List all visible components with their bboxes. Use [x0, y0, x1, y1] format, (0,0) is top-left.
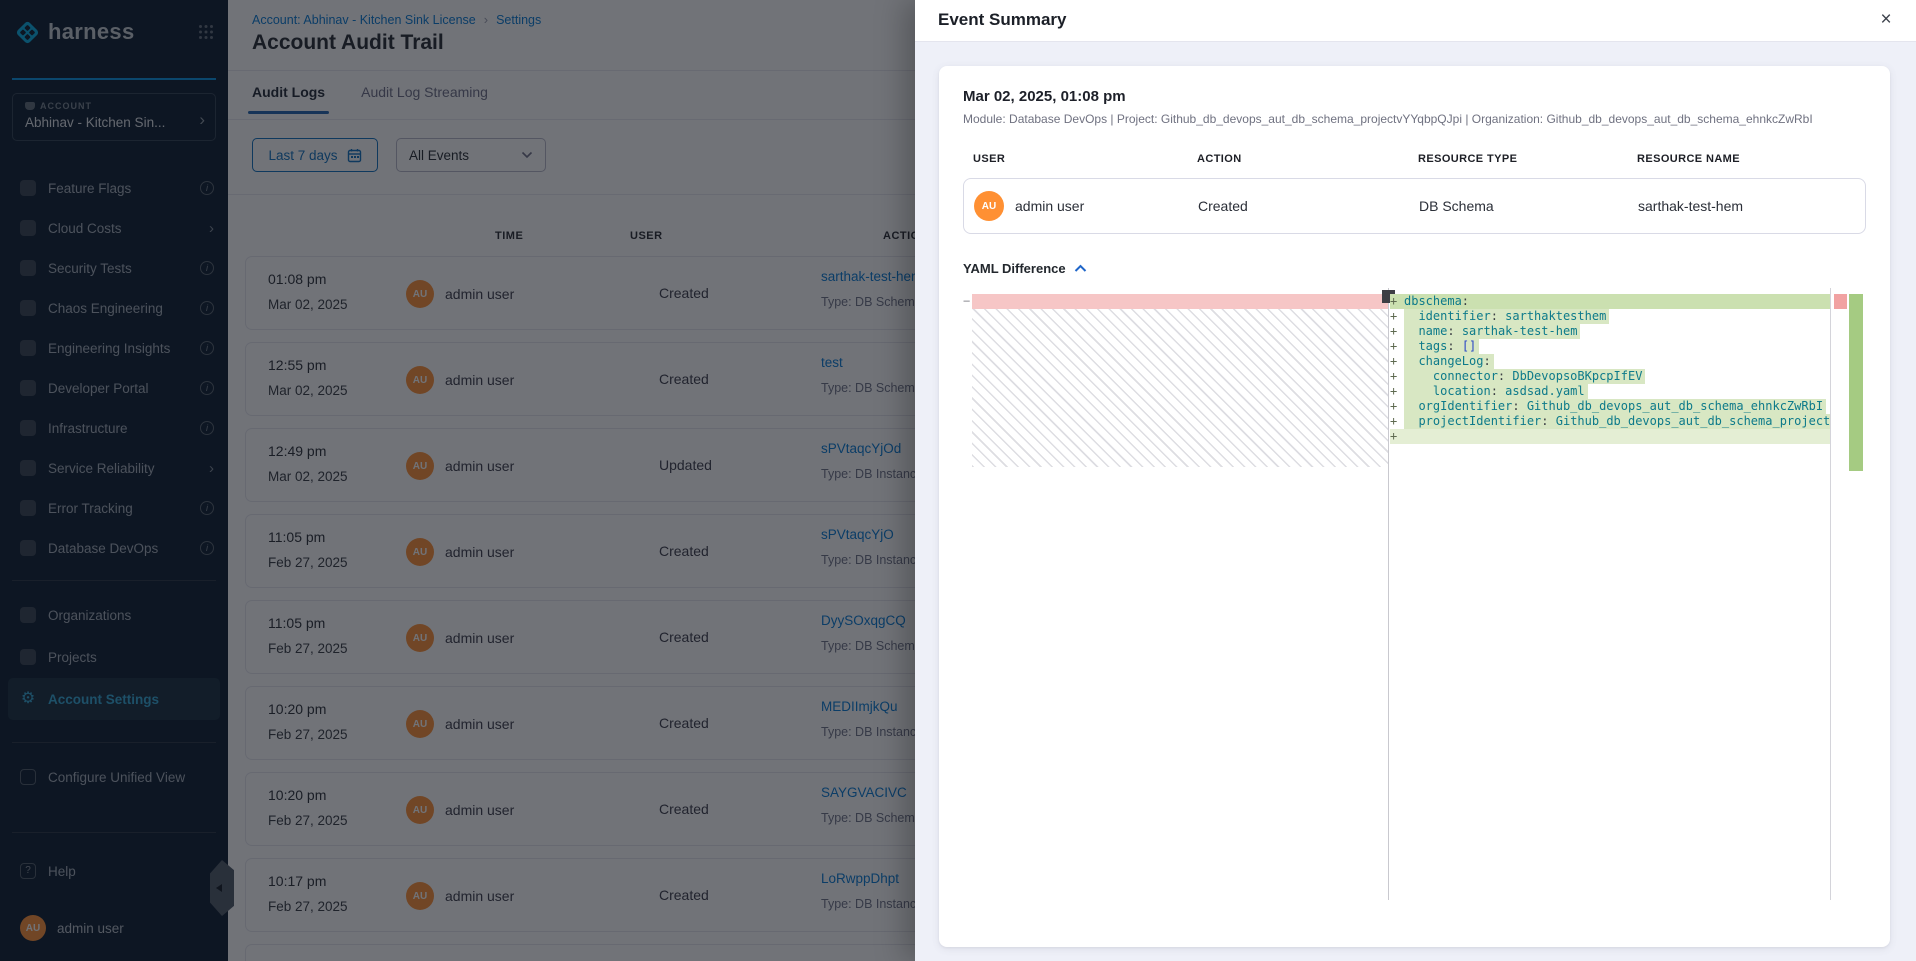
yaml-key: projectIdentifier [1404, 414, 1541, 428]
user-avatar: AU [974, 191, 1004, 221]
yaml-value: DbDevopsoBKpcpIfEV [1505, 369, 1642, 383]
yaml-colon: : [1462, 294, 1469, 308]
yaml-difference-toggle[interactable]: YAML Difference [963, 261, 1866, 276]
event-summary-drawer: Event Summary × Mar 02, 2025, 01:08 pm M… [915, 0, 1916, 961]
event-user-name: admin user [1015, 198, 1084, 214]
chevron-up-icon [1074, 264, 1087, 273]
event-resource-type-cell: DB Schema [1409, 198, 1628, 214]
yaml-key: connector [1404, 369, 1498, 383]
yaml-key: location [1404, 384, 1491, 398]
yaml-colon: : [1491, 309, 1498, 323]
yaml-key: identifier [1404, 309, 1491, 323]
diff-line: + identifier: sarthaktesthem [1390, 309, 1830, 324]
diff-line: + connector: DbDevopsoBKpcpIfEV [1390, 369, 1830, 384]
yaml-colon: : [1541, 414, 1548, 428]
diff-added-gutter: + [1390, 414, 1404, 429]
yaml-colon: : [1483, 354, 1490, 368]
diff-added-gutter: + [1390, 294, 1404, 309]
diff-line: + changeLog: [1390, 354, 1830, 369]
diff-line: + tags: [] [1390, 339, 1830, 354]
diff-added-gutter: + [1390, 384, 1404, 399]
diff-added-gutter: + [1390, 354, 1404, 369]
diff-line: +dbschema: [1390, 294, 1830, 309]
diff-added-gutter: + [1390, 429, 1404, 444]
overview-ruler-added-marker [1849, 294, 1863, 471]
diff-line-text: changeLog: [1404, 354, 1494, 369]
event-user-cell: AU admin user [964, 191, 1188, 221]
yaml-value: sarthak-test-hem [1455, 324, 1578, 338]
diff-line-text: name: sarthak-test-hem [1404, 324, 1580, 339]
event-resource-name-cell: sarthak-test-hem [1628, 198, 1865, 214]
diff-right-edge [1830, 288, 1831, 900]
diff-line: + orgIdentifier: Github_db_devops_aut_db… [1390, 399, 1830, 414]
column-header-user: USER [963, 153, 1187, 165]
diff-added-lines: +dbschema:+ identifier: sarthaktesthem+ … [1390, 294, 1830, 444]
column-header-resource-name: RESOURCE NAME [1627, 153, 1866, 165]
diff-line-text: orgIdentifier: Github_db_devops_aut_db_s… [1404, 399, 1826, 414]
yaml-value: asdsad.yaml [1498, 384, 1585, 398]
drawer-title: Event Summary [938, 10, 1067, 30]
drawer-table-row: AU admin user Created DB Schema sarthak-… [963, 178, 1866, 234]
column-header-resource-type: RESOURCE TYPE [1408, 153, 1627, 165]
diff-removed-line [972, 294, 1388, 309]
drawer-table-header: USER ACTION RESOURCE TYPE RESOURCE NAME [963, 153, 1866, 165]
yaml-value: Github_db_devops_aut_db_schema_projectvY… [1549, 414, 1830, 428]
diff-added-gutter: + [1390, 324, 1404, 339]
diff-pane-divider[interactable] [1388, 288, 1389, 900]
yaml-diff-editor: − +dbschema:+ identifier: sarthaktesthem… [963, 288, 1866, 900]
diff-added-gutter: + [1390, 369, 1404, 384]
yaml-colon: : [1447, 324, 1454, 338]
event-timestamp: Mar 02, 2025, 01:08 pm [963, 88, 1866, 105]
yaml-key: dbschema [1404, 294, 1462, 308]
diff-added-gutter: + [1390, 309, 1404, 324]
yaml-difference-label: YAML Difference [963, 261, 1066, 276]
diff-line-text: connector: DbDevopsoBKpcpIfEV [1404, 369, 1645, 384]
close-icon[interactable]: × [1872, 7, 1900, 35]
diff-line: + name: sarthak-test-hem [1390, 324, 1830, 339]
yaml-colon: : [1447, 339, 1454, 353]
yaml-colon: : [1512, 399, 1519, 413]
yaml-key: tags [1404, 339, 1447, 353]
yaml-value: Github_db_devops_aut_db_schema_ehnkcZwRb… [1520, 399, 1823, 413]
event-meta: Module: Database DevOps | Project: Githu… [963, 112, 1866, 126]
diff-line: + location: asdsad.yaml [1390, 384, 1830, 399]
diff-added-gutter: + [1390, 399, 1404, 414]
diff-removed-gutter: − [963, 294, 972, 309]
yaml-key: changeLog [1404, 354, 1483, 368]
event-card: Mar 02, 2025, 01:08 pm Module: Database … [939, 66, 1890, 947]
yaml-key: orgIdentifier [1404, 399, 1512, 413]
overview-ruler-removed-marker [1834, 294, 1847, 309]
yaml-value: sarthaktesthem [1498, 309, 1606, 323]
diff-added-gutter: + [1390, 339, 1404, 354]
event-action-cell: Created [1188, 198, 1409, 214]
yaml-colon: : [1491, 384, 1498, 398]
diff-line: + [1390, 429, 1830, 444]
yaml-value: [] [1455, 339, 1477, 353]
diff-line-text: dbschema: [1404, 294, 1472, 309]
diff-line: + projectIdentifier: Github_db_devops_au… [1390, 414, 1830, 429]
column-header-action: ACTION [1187, 153, 1408, 165]
app: harness ACCOUNT Abhinav - Kitchen Sin...… [0, 0, 1916, 961]
diff-empty-region [972, 309, 1388, 467]
drawer-header: Event Summary × [915, 0, 1916, 42]
diff-line-text: projectIdentifier: Github_db_devops_aut_… [1404, 414, 1830, 429]
diff-line-text: tags: [] [1404, 339, 1479, 354]
diff-line-text: identifier: sarthaktesthem [1404, 309, 1609, 324]
diff-line-text: location: asdsad.yaml [1404, 384, 1588, 399]
yaml-key: name [1404, 324, 1447, 338]
